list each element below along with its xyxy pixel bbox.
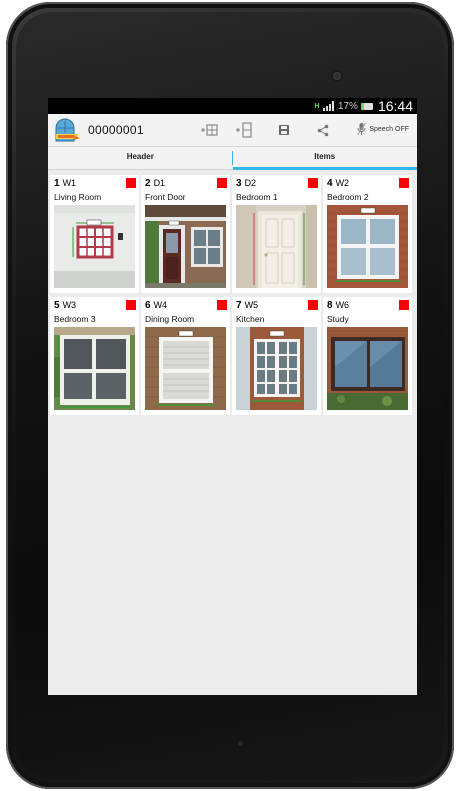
app-logo-icon[interactable] [54, 117, 82, 143]
add-door-icon [236, 122, 252, 138]
tab-bar: Header Items [48, 147, 417, 170]
item-room: Bedroom 1 [236, 192, 278, 202]
save-icon [279, 125, 289, 135]
tab-divider [232, 151, 233, 165]
item-number: 8 [327, 300, 333, 311]
share-icon [317, 124, 329, 136]
status-indicator [308, 178, 318, 188]
item-code: W3 [62, 300, 77, 310]
window-photo[interactable] [145, 327, 226, 410]
status-bar: H 17% 16:44 [48, 98, 417, 114]
share-button[interactable] [316, 122, 330, 138]
item-room: Dining Room [145, 314, 195, 324]
item-room: Study [327, 314, 349, 324]
front-camera [333, 72, 341, 80]
window-photo[interactable] [327, 205, 408, 288]
item-code: W2 [335, 178, 350, 188]
action-bar: 00000001 Speech OFF [48, 114, 417, 147]
item-card[interactable]: 5 W3 Bedroom 3 [50, 297, 139, 415]
item-code: W6 [335, 300, 350, 310]
item-number: 1 [54, 178, 60, 189]
item-code: W1 [62, 178, 77, 188]
item-room: Bedroom 2 [327, 192, 369, 202]
item-room: Bedroom 3 [54, 314, 96, 324]
status-indicator [126, 300, 136, 310]
item-card[interactable]: 2 D1 Front Door [141, 175, 230, 293]
battery-icon [360, 102, 373, 110]
item-card[interactable]: 1 W1 Living Room [50, 175, 139, 293]
items-grid: 1 W1 Living Room 2 D1 Front Door 3 D2 Be… [48, 170, 417, 415]
add-window-button[interactable] [200, 122, 218, 138]
item-code: D2 [244, 178, 257, 188]
window-photo[interactable] [54, 205, 135, 288]
item-card[interactable]: 3 D2 Bedroom 1 [232, 175, 321, 293]
speech-label: Speech OFF [369, 125, 409, 133]
window-photo[interactable] [54, 327, 135, 410]
add-window-icon [201, 124, 218, 136]
battery-percent: 17% [337, 100, 358, 112]
item-code: W4 [153, 300, 168, 310]
app-screen: H 17% 16:44 00000001 Speech OFF Header I… [48, 98, 417, 695]
status-indicator [399, 178, 409, 188]
item-code: W5 [244, 300, 259, 310]
item-card[interactable]: 4 W2 Bedroom 2 [323, 175, 412, 293]
item-number: 4 [327, 178, 333, 189]
microphone-off-icon [357, 122, 367, 136]
record-number-title: 00000001 [88, 123, 144, 137]
door-photo[interactable] [236, 205, 317, 288]
item-number: 5 [54, 300, 60, 311]
clock: 16:44 [377, 98, 413, 114]
status-indicator [399, 300, 409, 310]
status-indicator [217, 178, 227, 188]
speech-toggle-button[interactable]: Speech OFF [357, 122, 409, 136]
status-indicator [217, 300, 227, 310]
tab-header[interactable]: Header [48, 147, 233, 169]
save-button[interactable] [277, 122, 291, 138]
add-door-button[interactable] [235, 122, 253, 138]
network-type-icon: H [314, 102, 320, 110]
signal-strength-icon [322, 101, 335, 111]
item-card[interactable]: 8 W6 Study [323, 297, 412, 415]
window-photo[interactable] [236, 327, 317, 410]
home-sensor [238, 741, 243, 746]
item-room: Living Room [54, 192, 102, 202]
item-code: D1 [153, 178, 166, 188]
door-photo[interactable] [145, 205, 226, 288]
window-photo[interactable] [327, 327, 408, 410]
status-indicator [308, 300, 318, 310]
item-card[interactable]: 6 W4 Dining Room [141, 297, 230, 415]
item-number: 2 [145, 178, 151, 189]
item-number: 3 [236, 178, 242, 189]
status-indicator [126, 178, 136, 188]
item-room: Front Door [145, 192, 186, 202]
item-number: 7 [236, 300, 242, 311]
item-card[interactable]: 7 W5 Kitchen [232, 297, 321, 415]
item-room: Kitchen [236, 314, 265, 324]
tab-items[interactable]: Items [232, 147, 418, 170]
item-number: 6 [145, 300, 151, 311]
